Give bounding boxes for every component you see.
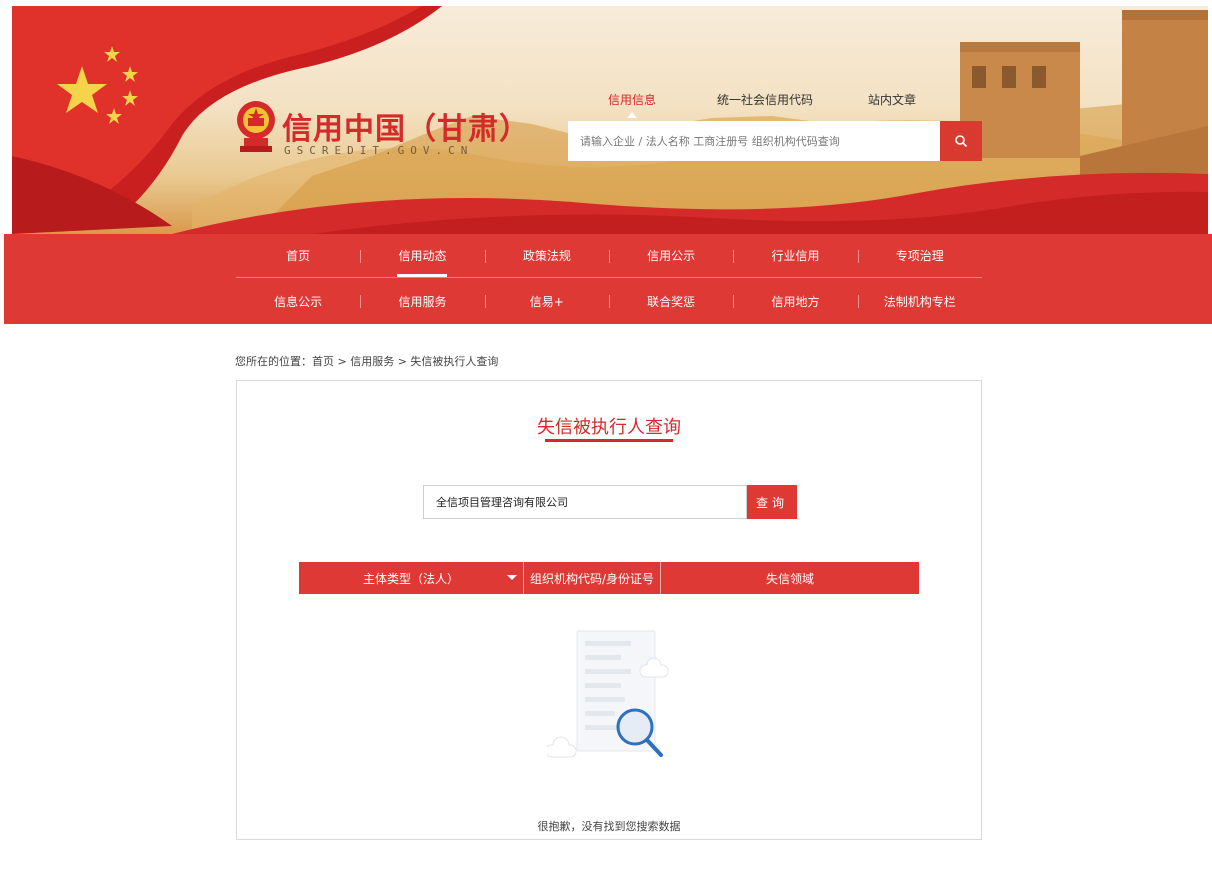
header-search-input[interactable] xyxy=(568,121,940,161)
site-logo-subtitle: GSCREDIT.GOV.CN xyxy=(284,144,474,157)
title-underline xyxy=(545,439,673,442)
nav-item-special-governance[interactable]: 专项治理 xyxy=(857,234,982,277)
search-tab-unified-code[interactable]: 统一社会信用代码 xyxy=(717,91,813,108)
site-logo-title[interactable]: 信用中国（甘肃） xyxy=(282,104,530,148)
search-tabs: 信用信息 统一社会信用代码 站内文章 xyxy=(596,91,936,118)
no-results-illustration xyxy=(547,630,669,758)
column-org-code: 组织机构代码/身份证号 xyxy=(523,562,660,594)
nav-item-credit-publicity[interactable]: 信用公示 xyxy=(608,234,733,277)
search-icon xyxy=(955,135,968,148)
empty-message: 很抱歉，没有找到您搜索数据 xyxy=(537,820,681,833)
column-dishonest-field: 失信领域 xyxy=(660,562,919,594)
nav-item-credit-local[interactable]: 信用地方 xyxy=(733,279,857,323)
nav-item-credit-service[interactable]: 信用服务 xyxy=(360,279,484,323)
banner-background xyxy=(12,6,1208,234)
national-emblem-icon xyxy=(237,101,275,152)
page-title: 失信被执行人查询 xyxy=(537,417,681,438)
main-nav: 首页 信用动态 政策法规 信用公示 行业信用 专项治理 信息公示 信用服务 信易… xyxy=(4,234,1212,324)
column-subject-type-label: 主体类型（法人） xyxy=(362,571,459,586)
nav-item-policy[interactable]: 政策法规 xyxy=(484,234,609,277)
chevron-down-icon[interactable] xyxy=(507,575,517,580)
nav-item-home[interactable]: 首页 xyxy=(236,234,360,277)
search-tab-credit-info[interactable]: 信用信息 xyxy=(608,91,656,118)
query-panel: 失信被执行人查询 查询 主体类型（法人） 组织机构代码/身份证号 失信领域 很抱… xyxy=(236,380,982,840)
header-search-button[interactable] xyxy=(940,121,982,161)
nav-item-industry-credit[interactable]: 行业信用 xyxy=(733,234,857,277)
nav-item-legal-column[interactable]: 法制机构专栏 xyxy=(857,279,982,323)
nav-item-joint-rewards[interactable]: 联合奖惩 xyxy=(608,279,733,323)
query-input[interactable] xyxy=(423,485,747,519)
nav-item-info-publicity[interactable]: 信息公示 xyxy=(236,279,360,323)
column-subject-type[interactable]: 主体类型（法人） xyxy=(299,562,523,594)
nav-item-credit-news[interactable]: 信用动态 xyxy=(360,234,484,277)
results-table-header: 主体类型（法人） 组织机构代码/身份证号 失信领域 xyxy=(299,562,919,594)
search-tab-site-articles[interactable]: 站内文章 xyxy=(868,91,916,108)
query-button[interactable]: 查询 xyxy=(747,485,797,519)
nav-item-xinyi-plus[interactable]: 信易+ xyxy=(484,279,609,323)
nav-row-secondary: 信息公示 信用服务 信易+ 联合奖惩 信用地方 法制机构专栏 xyxy=(236,279,982,323)
header-banner: 信用中国（甘肃） GSCREDIT.GOV.CN 信用信息 统一社会信用代码 站… xyxy=(12,6,1208,234)
breadcrumb[interactable]: 您所在的位置：首页 > 信用服务 > 失信被执行人查询 xyxy=(235,353,498,369)
nav-row-primary: 首页 信用动态 政策法规 信用公示 行业信用 专项治理 xyxy=(236,234,982,278)
